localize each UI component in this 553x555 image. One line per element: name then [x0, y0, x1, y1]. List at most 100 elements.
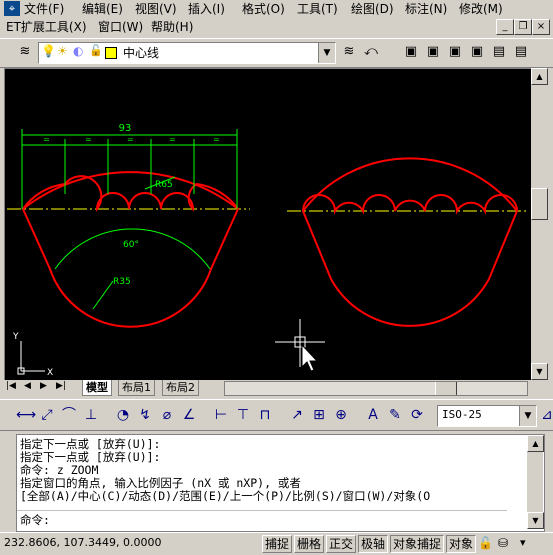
scroll-thumb[interactable] [531, 188, 548, 220]
layer-manager-icon[interactable]: ≋ [16, 43, 34, 61]
ordinate-dim-icon[interactable]: ⊥ [82, 406, 100, 424]
draw-order-front-icon[interactable]: ▣ [402, 43, 420, 61]
dim-eq-3: = [127, 135, 134, 144]
comm-center-icon[interactable]: ⛁ [498, 536, 508, 550]
dim-style-value: ISO-25 [442, 408, 482, 421]
lock-icon: 🔓 [89, 44, 103, 57]
status-bar: 232.8606, 107.3449, 0.0000 捕捉 栅格 正交 极轴 对… [0, 532, 553, 555]
menu-et-tools[interactable]: ET扩展工具(X) [6, 19, 87, 35]
layer-name: 中心线 [123, 46, 160, 60]
scroll-up-icon[interactable]: ▲ [531, 68, 548, 85]
app-icon[interactable]: ⌖ [4, 1, 20, 16]
draw-order-above-icon[interactable]: ▣ [446, 43, 464, 61]
baseline-dim-icon[interactable]: ⊤ [234, 406, 252, 424]
tab-next-icon[interactable]: ▶ [40, 381, 47, 391]
cmd-prompt: 命令: [20, 513, 50, 527]
dim-edit-icon[interactable]: A [364, 406, 382, 424]
scroll-up-icon[interactable]: ▲ [527, 435, 544, 452]
dim-eq-2: = [85, 135, 92, 144]
arc-length-icon[interactable]: ⌒ [60, 406, 78, 424]
lock-icon[interactable]: 🔓 [478, 536, 493, 550]
tolerance-icon[interactable]: ⊞ [310, 406, 328, 424]
menu-format[interactable]: 格式(O) [242, 1, 285, 17]
menu-modify[interactable]: 修改(M) [459, 1, 503, 17]
cmd-prompt-row[interactable]: 命令: [17, 510, 507, 529]
ucs-y-label: Y [12, 332, 19, 342]
drawing-canvas: 93 = = = = = R65 60° R35 Y X [7, 123, 527, 378]
menu-help[interactable]: 帮助(H) [151, 19, 193, 35]
minimize-button[interactable]: _ [496, 19, 514, 35]
scroll-down-icon[interactable]: ▼ [531, 363, 548, 380]
chevron-down-icon[interactable]: ▼ [519, 406, 536, 426]
cmd-scrollbar[interactable]: ▲ ▼ [527, 435, 544, 529]
menu-tools[interactable]: 工具(T) [297, 1, 338, 17]
dim-93-text: 93 [119, 123, 132, 134]
tab-last-icon[interactable]: ▶| [56, 381, 66, 391]
draw-order-under-icon[interactable]: ▣ [468, 43, 486, 61]
linear-dim-icon[interactable]: ⟷ [16, 406, 36, 424]
horizontal-scrollbar[interactable] [224, 381, 528, 396]
draw-order-back-icon[interactable]: ▣ [424, 43, 442, 61]
quick-leader-icon[interactable]: ↗ [288, 406, 306, 424]
tab-prev-icon[interactable]: ◀ [24, 381, 31, 391]
menu-window[interactable]: 窗口(W) [98, 19, 143, 35]
bulb-icon: 💡 [41, 44, 56, 58]
snap-toggle[interactable]: 捕捉 [262, 535, 293, 553]
hscroll-thumb[interactable] [435, 382, 457, 395]
dim-r65-text: R65 [155, 180, 173, 190]
menu-file[interactable]: 文件(F) [24, 1, 64, 17]
grid-toggle[interactable]: 栅格 [294, 535, 325, 553]
make-current-layer-icon[interactable]: ≋ [340, 43, 358, 61]
quick-dim-icon[interactable]: ⊢ [212, 406, 230, 424]
angular-dim-icon[interactable]: ∠ [180, 406, 198, 424]
menu-edit[interactable]: 编辑(E) [82, 1, 123, 17]
aligned-dim-icon[interactable]: ⤢ [38, 406, 56, 424]
dim-update-icon[interactable]: ⟳ [408, 406, 426, 424]
menu-bar-2: ET扩展工具(X) 窗口(W) 帮助(H) _ ❐ × [0, 18, 553, 36]
restore-button[interactable]: ❐ [514, 19, 532, 35]
diameter-dim-icon[interactable]: ⌀ [158, 406, 176, 424]
dim-style-dropdown[interactable]: ISO-25 ▼ [437, 405, 537, 427]
dim-eq-5: = [213, 135, 220, 144]
dim-60-text: 60° [123, 240, 139, 250]
layer-dropdown[interactable]: 💡 ☀ ◐ 🔓 中心线 ▼ [38, 42, 336, 64]
menu-bar: ⌖ 文件(F) 编辑(E) 视图(V) 插入(I) 格式(O) 工具(T) 绘图… [0, 0, 553, 18]
sun-icon: ☀ [57, 44, 68, 58]
ucs-x-label: X [47, 368, 53, 378]
dim-r35-text: R35 [113, 277, 131, 287]
part-outline-right [301, 194, 519, 327]
scroll-down-icon[interactable]: ▼ [527, 512, 544, 529]
polar-toggle[interactable]: 极轴 [358, 535, 389, 553]
center-mark-icon[interactable]: ⊕ [332, 406, 350, 424]
ortho-toggle[interactable]: 正交 [326, 535, 357, 553]
tab-first-icon[interactable]: |◀ [6, 381, 16, 391]
menu-draw[interactable]: 绘图(D) [351, 1, 394, 17]
menu-view[interactable]: 视图(V) [135, 1, 177, 17]
close-button[interactable]: × [532, 19, 550, 35]
tray-settings-icon[interactable]: ▾ [520, 536, 526, 549]
dim-text-edit-icon[interactable]: ✎ [386, 406, 404, 424]
dim-front-icon[interactable]: ▤ [512, 43, 530, 61]
layout-tabs-row: |◀ ◀ ▶ ▶| 模型 布局1 布局2 [4, 380, 548, 396]
tab-layout1[interactable]: 布局1 [118, 380, 155, 396]
osnap-toggle[interactable]: 对象捕捉 [390, 535, 445, 553]
drawing-area[interactable]: 93 = = = = = R65 60° R35 Y X [4, 68, 532, 382]
otrack-toggle[interactable]: 对象 [446, 535, 477, 553]
dim-r35-leader [92, 280, 114, 310]
menu-dimension[interactable]: 标注(N) [405, 1, 447, 17]
tab-model[interactable]: 模型 [82, 380, 112, 396]
layer-color-swatch [105, 47, 117, 59]
menu-insert[interactable]: 插入(I) [188, 1, 225, 17]
jogged-dim-icon[interactable]: ↯ [136, 406, 154, 424]
layer-previous-icon[interactable]: ⤺ [362, 43, 380, 61]
chevron-down-icon[interactable]: ▼ [318, 43, 335, 63]
tab-layout2[interactable]: 布局2 [162, 380, 199, 396]
coordinates-readout: 232.8606, 107.3449, 0.0000 [4, 536, 162, 549]
mouse-pointer-icon [301, 343, 319, 372]
dim-style-manager-icon[interactable]: ⊿ [538, 406, 553, 424]
continue-dim-icon[interactable]: ⊓ [256, 406, 274, 424]
dim-eq-1: = [43, 135, 50, 144]
radius-dim-icon[interactable]: ◔ [114, 406, 132, 424]
text-front-icon[interactable]: ▤ [490, 43, 508, 61]
vertical-scrollbar[interactable]: ▲ ▼ [531, 68, 548, 380]
